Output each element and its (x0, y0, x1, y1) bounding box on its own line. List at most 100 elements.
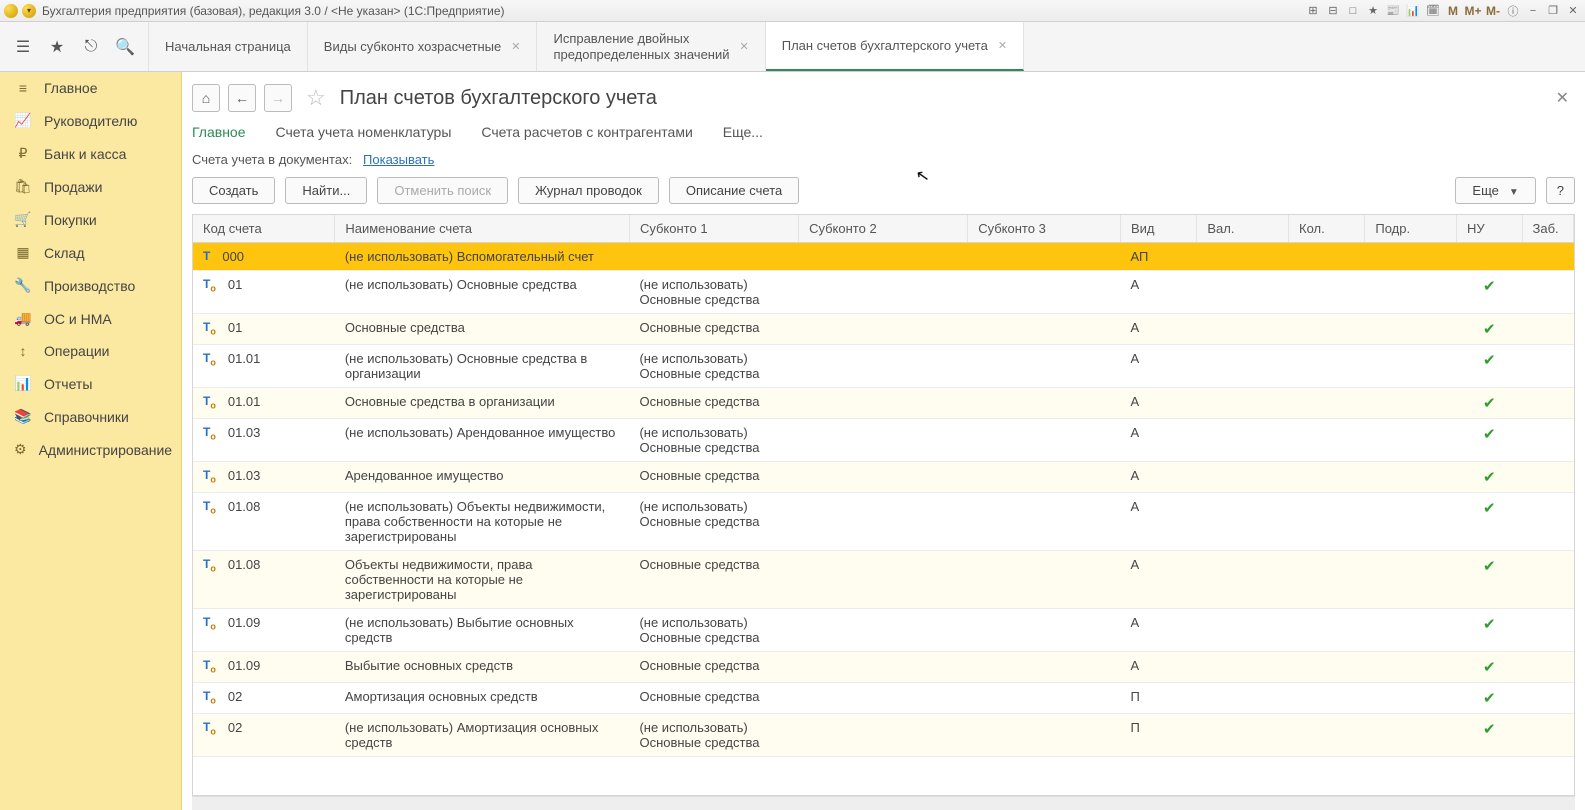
horizontal-scrollbar[interactable] (192, 796, 1575, 810)
create-button[interactable]: Создать (192, 177, 275, 204)
toolbar-icon[interactable]: 🔍 (116, 38, 134, 56)
table-row[interactable]: Tо01.01(не использовать) Основные средст… (193, 345, 1574, 388)
subnav-item[interactable]: Главное (192, 124, 246, 140)
help-button[interactable]: ? (1546, 177, 1575, 204)
show-link[interactable]: Показывать (363, 152, 434, 167)
table-row[interactable]: Tо01.09(не использовать) Выбытие основны… (193, 609, 1574, 652)
titlebar-button[interactable]: □ (1345, 3, 1361, 19)
sidebar-label: Банк и касса (44, 146, 126, 162)
toolbar-icon[interactable]: ⎋ (82, 38, 100, 56)
sidebar-icon: ▦ (14, 244, 32, 261)
sidebar-item[interactable]: ≡ Главное (0, 72, 181, 104)
col-zab[interactable]: Заб. (1522, 215, 1574, 243)
table-row[interactable]: Tо02(не использовать) Амортизация основн… (193, 714, 1574, 757)
titlebar-button[interactable]: M (1445, 3, 1461, 19)
table-row[interactable]: Tо01.08(не использовать) Объекты недвижи… (193, 493, 1574, 551)
subnav-item[interactable]: Еще... (723, 124, 763, 140)
favorite-star-icon[interactable]: ☆ (306, 85, 326, 111)
sidebar-item[interactable]: ⚙ Администрирование (0, 433, 181, 466)
accounts-table[interactable]: Код счета Наименование счета Субконто 1 … (192, 214, 1575, 796)
tab[interactable]: План счетов бухгалтерского учета✕ (766, 22, 1024, 71)
window-title: Бухгалтерия предприятия (базовая), редак… (42, 4, 505, 18)
sidebar-item[interactable]: 📊Отчеты (0, 367, 181, 400)
more-button[interactable]: Еще▼ (1455, 177, 1535, 204)
sidebar-icon: 🛍 (14, 178, 32, 195)
sidebar-icon: ⚙ (14, 441, 27, 458)
sidebar-icon: 📚 (14, 408, 32, 425)
tab[interactable]: Начальная страница (149, 22, 308, 71)
titlebar-button[interactable]: ✕ (1565, 3, 1581, 19)
titlebar-button[interactable]: 📊 (1405, 3, 1421, 19)
sidebar-item[interactable]: ₽Банк и касса (0, 137, 181, 170)
toolbar-icon[interactable]: ☰ (14, 38, 32, 56)
titlebar-button[interactable]: ❐ (1545, 3, 1561, 19)
sidebar-item[interactable]: 🛒Покупки (0, 203, 181, 236)
subnav-item[interactable]: Счета расчетов с контрагентами (481, 124, 692, 140)
find-button[interactable]: Найти... (285, 177, 367, 204)
sidebar: ≡ Главное 📈 Руководителю ₽Банк и касса 🛍 Прода… (0, 72, 182, 810)
sidebar-label: Справочники (44, 409, 129, 425)
sidebar-item[interactable]: 🚚ОС и НМА (0, 302, 181, 335)
table-row[interactable]: Tо01.08Объекты недвижимости, права собст… (193, 551, 1574, 609)
sidebar-item[interactable]: 🔧Производство (0, 269, 181, 302)
sidebar-icon: 📈 (14, 112, 32, 129)
col-sub2[interactable]: Субконто 2 (799, 215, 968, 243)
tab-close-icon[interactable]: ✕ (998, 39, 1007, 52)
sidebar-label: Производство (44, 278, 135, 294)
sidebar-label: Главное (44, 80, 98, 96)
col-sub3[interactable]: Субконто 3 (968, 215, 1121, 243)
titlebar-button[interactable]: ⓘ (1505, 3, 1521, 19)
col-val[interactable]: Вал. (1197, 215, 1289, 243)
sidebar-label: Администрирование (39, 442, 173, 458)
titlebar-button[interactable]: 🗓 (1425, 3, 1441, 19)
sidebar-label: Руководителю (44, 113, 137, 129)
table-row[interactable]: Tо01.01Основные средства в организацииОс… (193, 388, 1574, 419)
sidebar-icon: 📊 (14, 375, 32, 392)
tab[interactable]: Исправление двойныхпредопределенных знач… (537, 22, 765, 71)
sidebar-icon: ↕ (14, 343, 32, 359)
col-name[interactable]: Наименование счета (335, 215, 630, 243)
titlebar-button[interactable]: M+ (1465, 3, 1481, 19)
app-menu-dropdown[interactable]: ▾ (22, 4, 36, 18)
table-row[interactable]: Tо01.03(не использовать) Арендованное им… (193, 419, 1574, 462)
col-podr[interactable]: Подр. (1365, 215, 1457, 243)
sidebar-item[interactable]: ↕Операции (0, 335, 181, 367)
forward-button[interactable]: → (264, 84, 292, 112)
col-vid[interactable]: Вид (1120, 215, 1196, 243)
titlebar-button[interactable]: ★ (1365, 3, 1381, 19)
sidebar-item[interactable]: ▦Склад (0, 236, 181, 269)
home-button[interactable]: ⌂ (192, 84, 220, 112)
tabs-row: ☰ ★ ⎋ 🔍 Начальная страницаВиды субконто хоз… (0, 22, 1585, 72)
titlebar-button[interactable]: − (1525, 3, 1541, 19)
close-page-button[interactable]: ✕ (1556, 88, 1575, 108)
table-row[interactable]: Tо01.03Арендованное имуществоОсновные ср… (193, 462, 1574, 493)
tab-close-icon[interactable]: ✕ (511, 40, 520, 53)
subnav-item[interactable]: Счета учета номенклатуры (276, 124, 452, 140)
table-row[interactable]: T000(не использовать) Вспомогательный сч… (193, 243, 1574, 271)
toolbar-icon[interactable]: ★ (48, 38, 66, 56)
tab-close-icon[interactable]: ✕ (740, 40, 749, 53)
page-title: План счетов бухгалтерского учета (340, 87, 657, 110)
journal-button[interactable]: Журнал проводок (518, 177, 659, 204)
table-row[interactable]: Tо01.09Выбытие основных средствОсновные … (193, 652, 1574, 683)
col-sub1[interactable]: Субконто 1 (629, 215, 798, 243)
sidebar-icon: ≡ (14, 80, 32, 96)
table-row[interactable]: Tо01Основные средстваОсновные средстваА✔ (193, 314, 1574, 345)
sidebar-item[interactable]: 📈 Руководителю (0, 104, 181, 137)
titlebar-button[interactable]: ⊟ (1325, 3, 1341, 19)
col-nu[interactable]: НУ (1457, 215, 1522, 243)
col-code[interactable]: Код счета (193, 215, 335, 243)
description-button[interactable]: Описание счета (669, 177, 799, 204)
col-kol[interactable]: Кол. (1289, 215, 1365, 243)
titlebar-button[interactable]: 📰 (1385, 3, 1401, 19)
sidebar-item[interactable]: 🛍 Продажи (0, 170, 181, 203)
sidebar-item[interactable]: 📚 Справочники (0, 400, 181, 433)
titlebar-button[interactable]: M- (1485, 3, 1501, 19)
table-row[interactable]: Tо02Амортизация основных средствОсновные… (193, 683, 1574, 714)
sidebar-label: Продажи (44, 179, 102, 195)
cancel-search-button[interactable]: Отменить поиск (377, 177, 508, 204)
back-button[interactable]: ← (228, 84, 256, 112)
titlebar-button[interactable]: ⊞ (1305, 3, 1321, 19)
table-row[interactable]: Tо01(не использовать) Основные средства(… (193, 271, 1574, 314)
tab[interactable]: Виды субконто хозрасчетные✕ (308, 22, 538, 71)
